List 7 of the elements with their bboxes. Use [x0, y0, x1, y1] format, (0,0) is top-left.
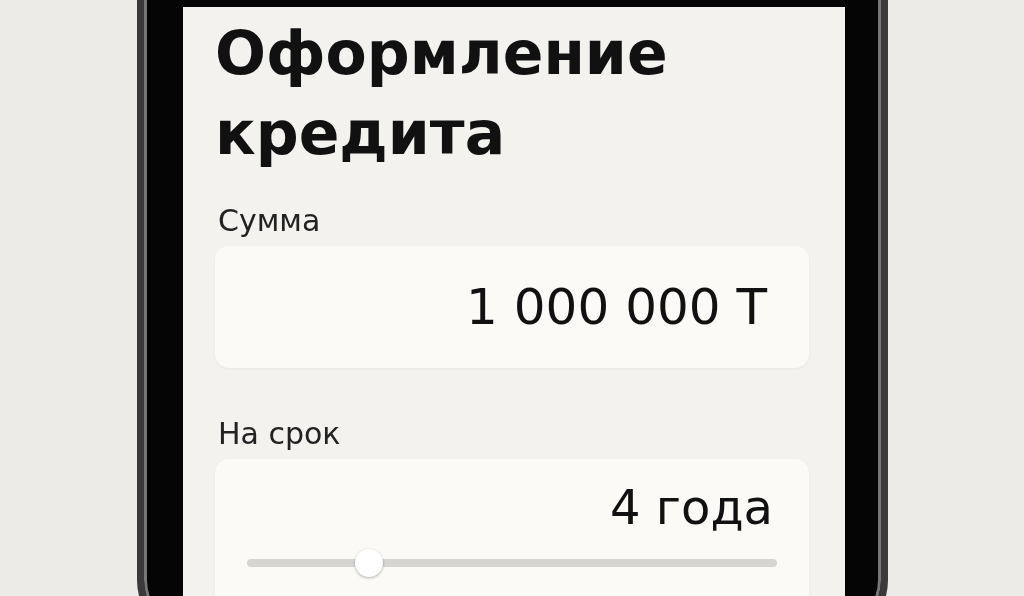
slider-track[interactable]	[247, 549, 777, 577]
slider-thumb[interactable]	[354, 549, 383, 577]
term-value: 4 года	[609, 479, 774, 535]
page-title: Оформление кредита	[215, 17, 669, 170]
field-label: На срок	[217, 416, 342, 451]
field-label: Сумма	[217, 203, 322, 238]
amount-field[interactable]: 1 000 000 Т	[215, 246, 809, 368]
